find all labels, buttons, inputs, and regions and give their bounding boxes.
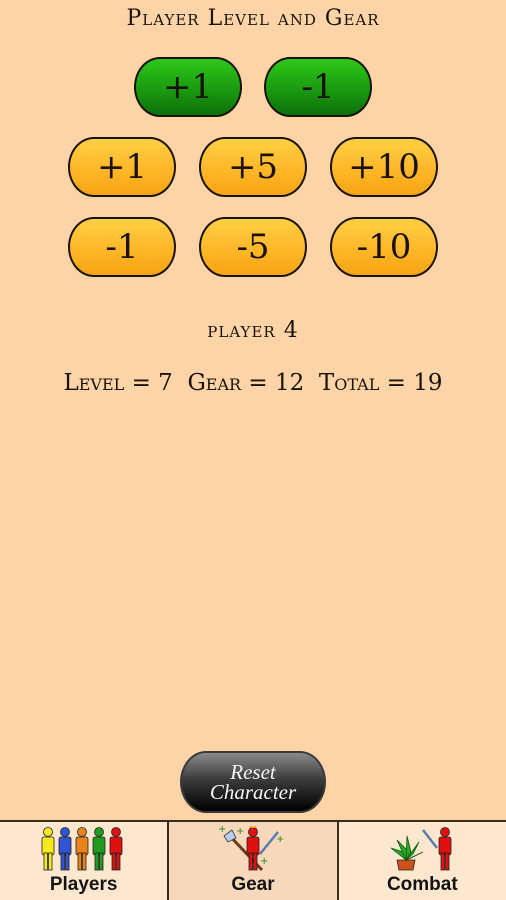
- gear-plus-10-button[interactable]: +10: [330, 137, 438, 197]
- tab-players-label: Players: [49, 874, 118, 895]
- reset-character-button[interactable]: Reset Character: [180, 751, 326, 813]
- players-icon: [41, 827, 123, 871]
- tab-gear[interactable]: + + + + Gear: [167, 822, 339, 900]
- reset-label-line1: Reset: [230, 760, 276, 784]
- svg-text:+: +: [276, 834, 284, 845]
- gear-plus-1-button[interactable]: +1: [68, 137, 176, 197]
- page-title: Player Level and Gear: [126, 6, 380, 31]
- svg-text:+: +: [218, 826, 226, 835]
- level-plus-1-button[interactable]: +1: [134, 57, 242, 117]
- total-label: Total =: [318, 370, 406, 396]
- total-value: 19: [413, 370, 443, 396]
- gear-value: 12: [275, 370, 305, 396]
- svg-text:+: +: [260, 856, 268, 867]
- gear-equipment-icon: + + + +: [218, 826, 284, 872]
- svg-text:+: +: [236, 826, 244, 837]
- player-name: player 4: [207, 318, 299, 343]
- tab-combat[interactable]: Combat: [339, 822, 506, 900]
- gear-minus-5-button[interactable]: -5: [199, 217, 307, 277]
- level-minus-1-button[interactable]: -1: [264, 57, 372, 117]
- player-stats: Level = 7 Gear = 12 Total = 19: [0, 370, 506, 396]
- reset-label-line2: Character: [209, 780, 297, 804]
- level-label: Level =: [63, 370, 151, 396]
- gear-label: Gear =: [187, 370, 268, 396]
- tab-gear-label: Gear: [231, 874, 275, 895]
- gear-minus-1-button[interactable]: -1: [68, 217, 176, 277]
- combat-icon: [391, 827, 452, 871]
- level-value: 7: [158, 370, 173, 396]
- bottom-tab-bar: Players + + + + Gear Combat: [0, 820, 506, 900]
- tab-combat-label: Combat: [386, 874, 458, 895]
- gear-minus-10-button[interactable]: -10: [330, 217, 438, 277]
- tab-players[interactable]: Players: [0, 822, 167, 900]
- gear-plus-5-button[interactable]: +5: [199, 137, 307, 197]
